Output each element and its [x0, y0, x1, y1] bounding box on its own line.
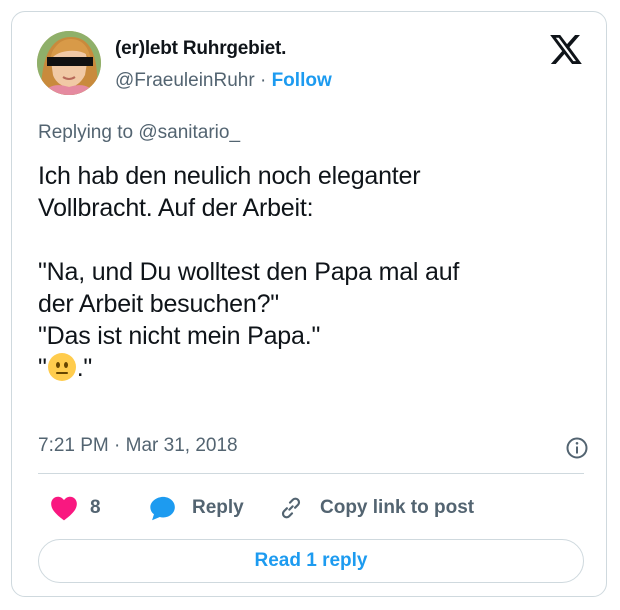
info-icon[interactable]: [565, 436, 589, 460]
handle-separator: ·: [259, 70, 267, 91]
neutral-face-icon: [47, 353, 76, 381]
reply-label: Reply: [192, 497, 244, 518]
like-count: 8: [90, 497, 101, 518]
timestamp-separator: ·: [114, 435, 121, 456]
heart-icon: [51, 496, 77, 521]
reply-button[interactable]: Reply: [148, 495, 244, 521]
read-replies-button[interactable]: Read 1 reply: [38, 539, 584, 583]
tweet-line: der Arbeit besuchen?": [38, 290, 279, 318]
reply-bubble-icon: [150, 496, 175, 521]
like-button[interactable]: 8: [50, 495, 101, 521]
tweet-line: Ich hab den neulich noch eleganter: [38, 162, 421, 190]
read-replies-label: Read 1 reply: [254, 550, 368, 571]
post-timestamp[interactable]: 7:21 PM · Mar 31, 2018: [38, 435, 238, 457]
post-time: 7:21 PM: [38, 435, 109, 456]
copy-link-label: Copy link to post: [320, 497, 475, 518]
tweet-line: Vollbracht. Auf der Arbeit:: [38, 194, 314, 222]
reply-context[interactable]: Replying to @sanitario_: [38, 122, 240, 144]
quote-open: ": [38, 354, 47, 382]
divider: [38, 473, 584, 474]
avatar[interactable]: [37, 31, 101, 95]
x-logo-icon[interactable]: [550, 35, 582, 64]
tweet-last-line: " .": [38, 352, 578, 384]
tweet-line: "Das ist nicht mein Papa.": [38, 322, 321, 350]
author-handle[interactable]: @FraeuleinRuhr: [115, 70, 255, 91]
author-name[interactable]: (er)lebt Ruhrgebiet.: [115, 38, 286, 60]
avatar-image: [37, 31, 101, 95]
follow-button[interactable]: Follow: [272, 70, 332, 91]
embedded-post-card: (er)lebt Ruhrgebiet. @FraeuleinRuhr · Fo…: [11, 11, 607, 597]
author-handle-row: @FraeuleinRuhr · Follow: [115, 70, 332, 92]
link-icon: [281, 497, 301, 519]
copy-link-button[interactable]: Copy link to post: [278, 495, 474, 521]
post-date: Mar 31, 2018: [125, 435, 238, 456]
tweet-line: "Na, und Du wolltest den Papa mal auf: [38, 258, 460, 286]
quote-close: .": [76, 354, 93, 382]
tweet-text: Ich hab den neulich noch eleganter Vollb…: [38, 160, 578, 384]
